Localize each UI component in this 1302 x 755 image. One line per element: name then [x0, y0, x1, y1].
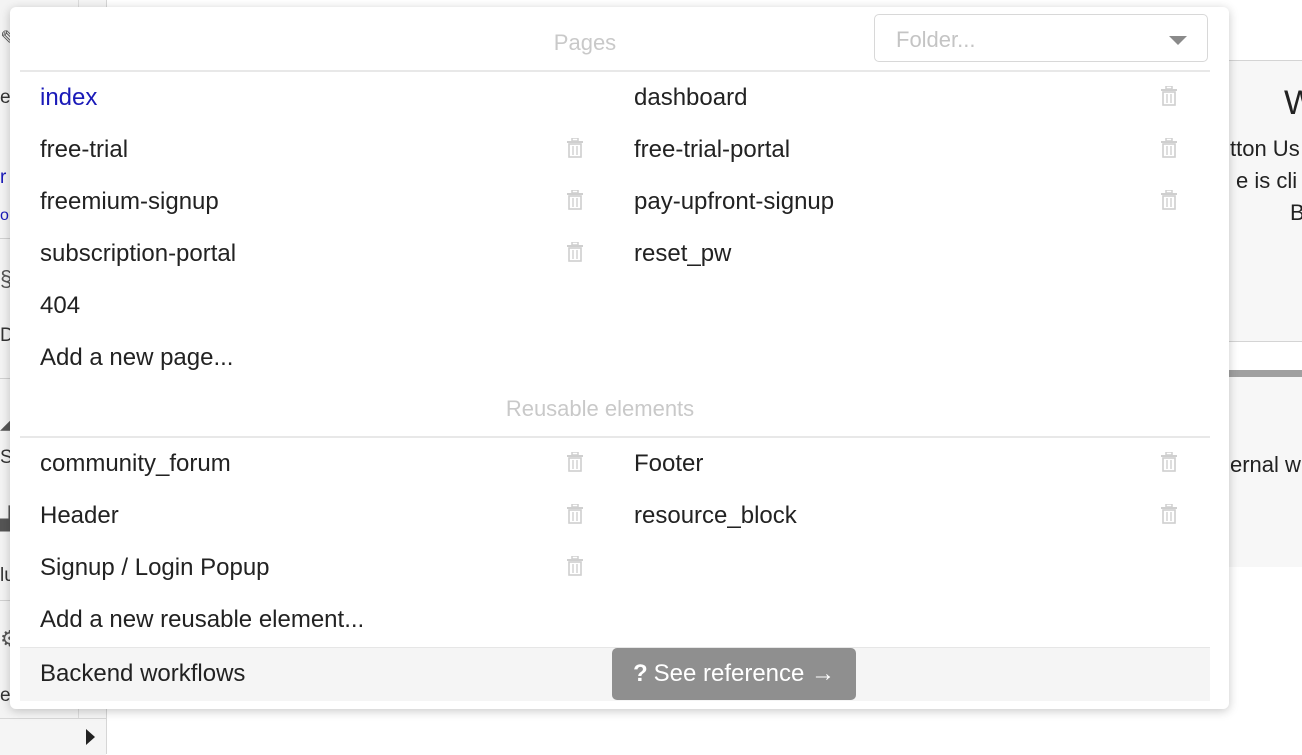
- trash-icon[interactable]: [566, 504, 584, 524]
- trash-icon[interactable]: [566, 556, 584, 576]
- reusable-item-header[interactable]: Header: [40, 504, 119, 528]
- background-title: W: [1284, 84, 1302, 122]
- page-item-pay-upfront-signup[interactable]: pay-upfront-signup: [634, 190, 834, 214]
- reusable-section-title: Reusable elements: [505, 396, 695, 421]
- backend-workflows-bar: Backend workflows ? See reference →: [20, 647, 1210, 701]
- trash-icon[interactable]: [1160, 138, 1178, 158]
- left-strip: ✎ e r or § D ◢ St ▟ lu ⚙ et: [0, 0, 20, 754]
- page-item-404[interactable]: 404: [40, 294, 80, 318]
- sidebar-separator: [0, 600, 10, 601]
- sidebar-bottom-bar: [0, 718, 106, 755]
- sidebar-fragment: e: [0, 87, 11, 108]
- pages-section-title: Pages: [553, 30, 617, 55]
- sidebar-separator: [0, 238, 10, 239]
- pages-divider: [20, 70, 1210, 72]
- sidebar-separator: [0, 378, 10, 379]
- page-item-free-trial-portal[interactable]: free-trial-portal: [634, 138, 790, 162]
- page-item-subscription-portal[interactable]: subscription-portal: [40, 242, 236, 266]
- trash-icon[interactable]: [1160, 504, 1178, 524]
- see-reference-label: See reference →: [653, 660, 836, 687]
- background-text: B: [1290, 200, 1302, 225]
- reusable-divider: [20, 436, 1210, 438]
- reusable-item-resource-block[interactable]: resource_block: [634, 504, 797, 528]
- trash-icon[interactable]: [1160, 190, 1178, 210]
- trash-icon[interactable]: [566, 242, 584, 262]
- background-text: ernal w: [1230, 452, 1301, 477]
- trash-icon[interactable]: [566, 138, 584, 158]
- see-reference-button[interactable]: ? See reference →: [612, 648, 856, 700]
- help-icon: ?: [632, 660, 648, 687]
- reusable-item-footer[interactable]: Footer: [634, 452, 703, 476]
- chevron-down-icon: [1169, 36, 1187, 45]
- trash-icon[interactable]: [1160, 452, 1178, 472]
- trash-icon[interactable]: [566, 452, 584, 472]
- page-item-index[interactable]: index: [40, 86, 97, 110]
- trash-icon[interactable]: [1160, 86, 1178, 106]
- reusable-item-community-forum[interactable]: community_forum: [40, 452, 231, 476]
- folder-select[interactable]: Folder...: [874, 14, 1208, 62]
- page-switcher-popup: Pages Folder... index free-trial freemiu…: [10, 7, 1229, 709]
- page-item-reset-pw[interactable]: reset_pw: [634, 242, 731, 266]
- add-page-link[interactable]: Add a new page...: [40, 346, 233, 370]
- page-item-dashboard[interactable]: dashboard: [634, 86, 747, 110]
- background-text: e is cli: [1236, 168, 1298, 193]
- add-reusable-element-link[interactable]: Add a new reusable element...: [40, 608, 364, 632]
- trash-icon[interactable]: [566, 190, 584, 210]
- folder-select-placeholder: Folder...: [896, 27, 976, 52]
- expand-arrow-icon[interactable]: [86, 729, 95, 745]
- backend-workflows-link[interactable]: Backend workflows: [40, 662, 245, 686]
- page-item-freemium-signup[interactable]: freemium-signup: [40, 190, 219, 214]
- background-text: tton Us: [1230, 136, 1300, 161]
- reusable-item-signup-login-popup[interactable]: Signup / Login Popup: [40, 556, 270, 580]
- page-item-free-trial[interactable]: free-trial: [40, 138, 128, 162]
- sidebar-fragment: r: [0, 167, 7, 188]
